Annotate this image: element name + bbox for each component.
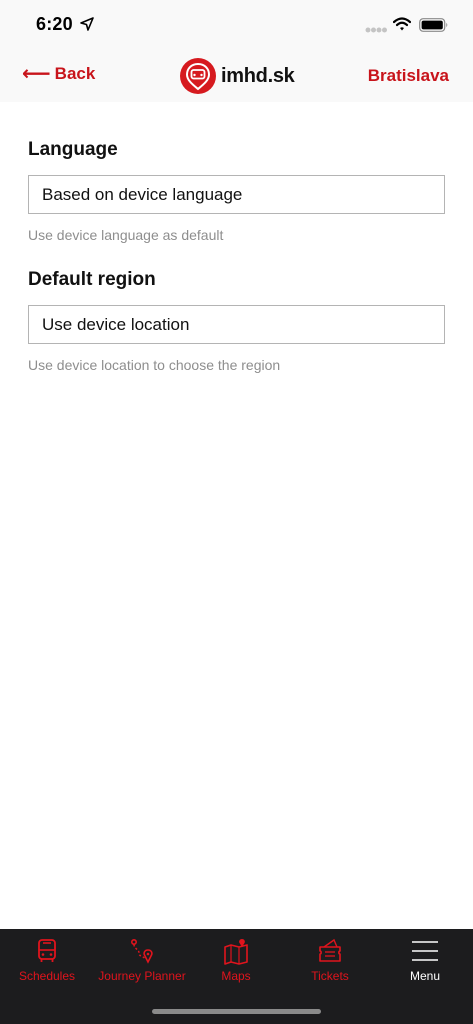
wifi-icon xyxy=(393,17,411,31)
tab-menu[interactable]: Menu xyxy=(396,929,454,991)
region-select-value: Use device location xyxy=(42,314,190,334)
language-select-value: Based on device language xyxy=(42,184,243,204)
location-arrow-icon xyxy=(80,17,94,31)
bus-icon xyxy=(38,939,56,962)
logo-text: imhd.sk xyxy=(221,64,295,87)
tab-label: Maps xyxy=(221,969,251,983)
app-logo: imhd.sk xyxy=(180,57,295,95)
signal-dots-icon xyxy=(365,27,387,33)
home-indicator xyxy=(152,1009,321,1014)
tab-tickets[interactable]: Tickets xyxy=(300,929,360,991)
tab-journey-planner[interactable]: Journey Planner xyxy=(96,929,188,991)
region-section-title: Default region xyxy=(28,269,156,290)
ticket-icon xyxy=(319,938,341,962)
navigation-bar: ⟵ Back imhd.sk Bratislava xyxy=(0,50,473,102)
hamburger-icon xyxy=(412,941,438,961)
route-icon xyxy=(130,938,153,964)
back-button-label: Back xyxy=(54,64,96,83)
language-hint: Use device language as default xyxy=(28,227,224,243)
status-bar: 6:20 xyxy=(0,0,473,50)
left-arrow-icon: ⟵ xyxy=(22,63,51,85)
map-icon xyxy=(224,939,248,965)
region-hint: Use device location to choose the region xyxy=(28,357,281,373)
battery-icon xyxy=(419,18,448,32)
language-section-title: Language xyxy=(28,139,118,160)
language-select[interactable]: Based on device language xyxy=(28,175,445,214)
tab-schedules[interactable]: Schedules xyxy=(14,929,80,991)
tab-label: Tickets xyxy=(311,969,349,983)
region-select[interactable]: Use device location xyxy=(28,305,445,344)
tab-label: Schedules xyxy=(18,969,76,983)
back-button[interactable]: ⟵ Back xyxy=(22,64,95,84)
tab-label: Journey Planner xyxy=(98,969,186,983)
status-time: 6:20 xyxy=(36,14,73,34)
tab-maps[interactable]: Maps xyxy=(206,929,266,991)
region-button[interactable]: Bratislava xyxy=(368,66,449,86)
tab-label: Menu xyxy=(409,969,441,983)
imhd-logo-icon xyxy=(180,58,216,94)
